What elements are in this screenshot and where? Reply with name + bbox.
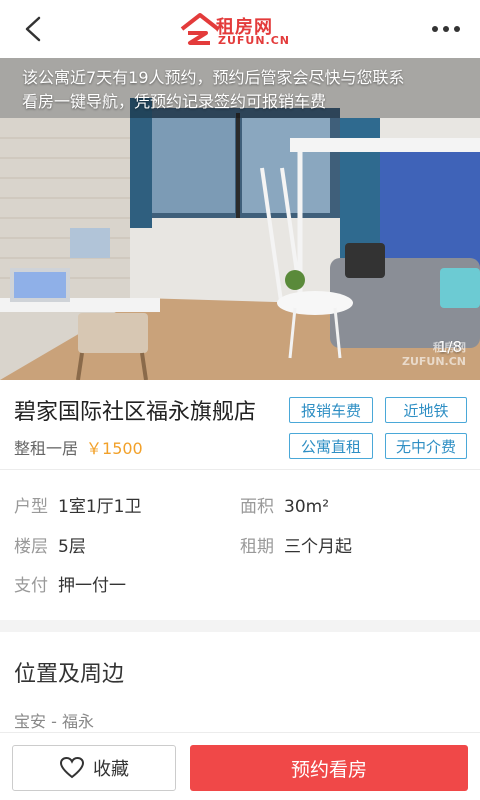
location-section-title: 位置及周边 [14, 662, 125, 687]
favorite-button[interactable]: 收藏 [12, 745, 176, 791]
floor-value: 5层 [58, 537, 86, 557]
detail-area: 面积 30m² [240, 492, 329, 517]
site-logo: 租房网 ZUFUN.CN [180, 9, 300, 49]
logo-text-en: ZUFUN.CN [218, 34, 291, 47]
payment-label: 支付 [14, 576, 48, 596]
location-area: 宝安 - 福永 [14, 712, 94, 731]
book-viewing-button[interactable]: 预约看房 [190, 745, 468, 791]
photo-counter: 1/8 [437, 338, 462, 356]
area-label: 面积 [240, 497, 274, 517]
tag-direct-rent: 公寓直租 [289, 433, 373, 459]
detail-floor: 楼层 5层 [14, 532, 86, 557]
watermark-en: ZUFUN.CN [401, 355, 466, 368]
layout-label: 户型 [14, 497, 48, 517]
more-dots-icon [432, 26, 438, 32]
detail-layout: 户型 1室1厅1卫 [14, 492, 141, 517]
tag-no-agent-fee: 无中介费 [385, 433, 467, 459]
more-button[interactable] [426, 14, 466, 44]
rent-type: 整租一居 [14, 439, 79, 458]
payment-value: 押一付一 [58, 576, 126, 596]
layout-value: 1室1厅1卫 [58, 497, 142, 517]
listing-title: 碧家国际社区福永旗舰店 [14, 400, 257, 425]
booking-notice: 该公寓近7天有19人预约，预约后管家会尽快与您联系 看房一键导航，凭预约记录签约… [22, 66, 470, 114]
floor-label: 楼层 [14, 537, 48, 557]
listing-summary: 碧家国际社区福永旗舰店 整租一居 ￥1500 报销车费 近地铁 公寓直租 无中介费 [0, 380, 480, 470]
favorite-label: 收藏 [93, 759, 129, 780]
listing-type-price: 整租一居 ￥1500 [14, 435, 143, 459]
house-logo-icon [180, 13, 220, 45]
term-label: 租期 [240, 537, 274, 557]
top-bar: 租房网 ZUFUN.CN [0, 0, 480, 58]
notice-line-2: 看房一键导航，凭预约记录签约可报销车费 [22, 92, 327, 111]
detail-term: 租期 三个月起 [240, 532, 352, 557]
rent-price: ￥1500 [86, 439, 143, 458]
heart-icon [59, 756, 85, 779]
listing-details: 户型 1室1厅1卫 面积 30m² 楼层 5层 租期 三个月起 支付 押一付一 [0, 470, 480, 620]
apartment-photo-carousel[interactable]: 该公寓近7天有19人预约，预约后管家会尽快与您联系 看房一键导航，凭预约记录签约… [0, 58, 480, 380]
back-button[interactable] [18, 12, 52, 46]
section-divider [0, 620, 480, 632]
notice-line-1: 该公寓近7天有19人预约，预约后管家会尽快与您联系 [22, 68, 405, 87]
bottom-action-bar: 收藏 预约看房 [0, 732, 480, 800]
chevron-left-icon [25, 16, 41, 42]
detail-payment: 支付 押一付一 [14, 571, 126, 596]
tag-reimburse: 报销车费 [289, 397, 373, 423]
term-value: 三个月起 [284, 537, 352, 557]
area-value: 30m² [284, 497, 330, 517]
tag-near-subway: 近地铁 [385, 397, 467, 423]
